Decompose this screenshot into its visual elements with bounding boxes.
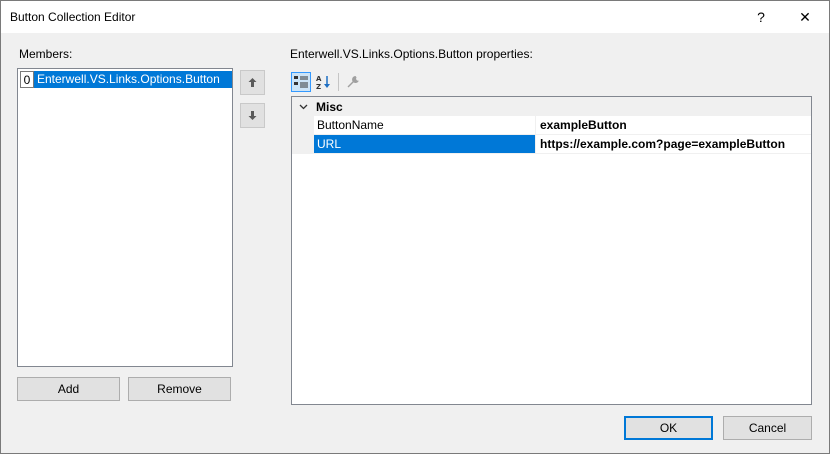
svg-text:A: A (316, 75, 322, 83)
svg-text:Z: Z (316, 83, 321, 90)
property-grid-toolbar: A Z (291, 70, 381, 94)
toolbar-separator (338, 73, 339, 91)
property-name[interactable]: ButtonName (314, 116, 536, 135)
move-down-button[interactable] (240, 103, 265, 128)
move-up-button[interactable] (240, 70, 265, 95)
members-label: Members: (19, 47, 73, 61)
property-pages-button[interactable] (343, 72, 363, 92)
categorized-button[interactable] (291, 72, 311, 92)
dialog-window: Button Collection Editor ? ✕ Members: 0 … (0, 0, 830, 454)
properties-label: Enterwell.VS.Links.Options.Button proper… (290, 47, 533, 61)
list-item-text: Enterwell.VS.Links.Options.Button (34, 71, 232, 88)
property-grid[interactable]: Misc ButtonName exampleButton URL https:… (291, 96, 812, 405)
close-button[interactable]: ✕ (785, 1, 825, 33)
help-button[interactable]: ? (741, 1, 781, 33)
alphabetical-button[interactable]: A Z (314, 72, 334, 92)
add-button[interactable]: Add (17, 377, 120, 401)
property-name[interactable]: URL (314, 135, 536, 154)
list-item[interactable]: 0 Enterwell.VS.Links.Options.Button (20, 71, 232, 88)
alphabetical-sort-icon: A Z (316, 75, 330, 90)
list-item-index: 0 (20, 71, 34, 88)
property-row-buttonname[interactable]: ButtonName exampleButton (292, 116, 811, 135)
property-value[interactable]: exampleButton (536, 116, 811, 135)
property-row-url[interactable]: URL https://example.com?page=exampleButt… (292, 135, 811, 154)
arrow-up-icon (248, 78, 257, 87)
members-listbox[interactable]: 0 Enterwell.VS.Links.Options.Button (17, 68, 233, 367)
remove-button[interactable]: Remove (128, 377, 231, 401)
ok-button[interactable]: OK (624, 416, 713, 440)
window-title: Button Collection Editor (10, 10, 136, 24)
categorized-icon (294, 76, 308, 88)
category-name: Misc (316, 99, 343, 114)
property-value[interactable]: https://example.com?page=exampleButton (536, 135, 811, 154)
row-gutter (292, 116, 314, 135)
category-misc[interactable]: Misc (292, 97, 811, 116)
cancel-button[interactable]: Cancel (723, 416, 812, 440)
title-bar: Button Collection Editor ? ✕ (1, 1, 829, 33)
row-gutter (292, 135, 314, 154)
collapse-chevron-icon[interactable] (292, 97, 314, 116)
arrow-down-icon (248, 111, 257, 120)
wrench-icon (347, 76, 359, 88)
